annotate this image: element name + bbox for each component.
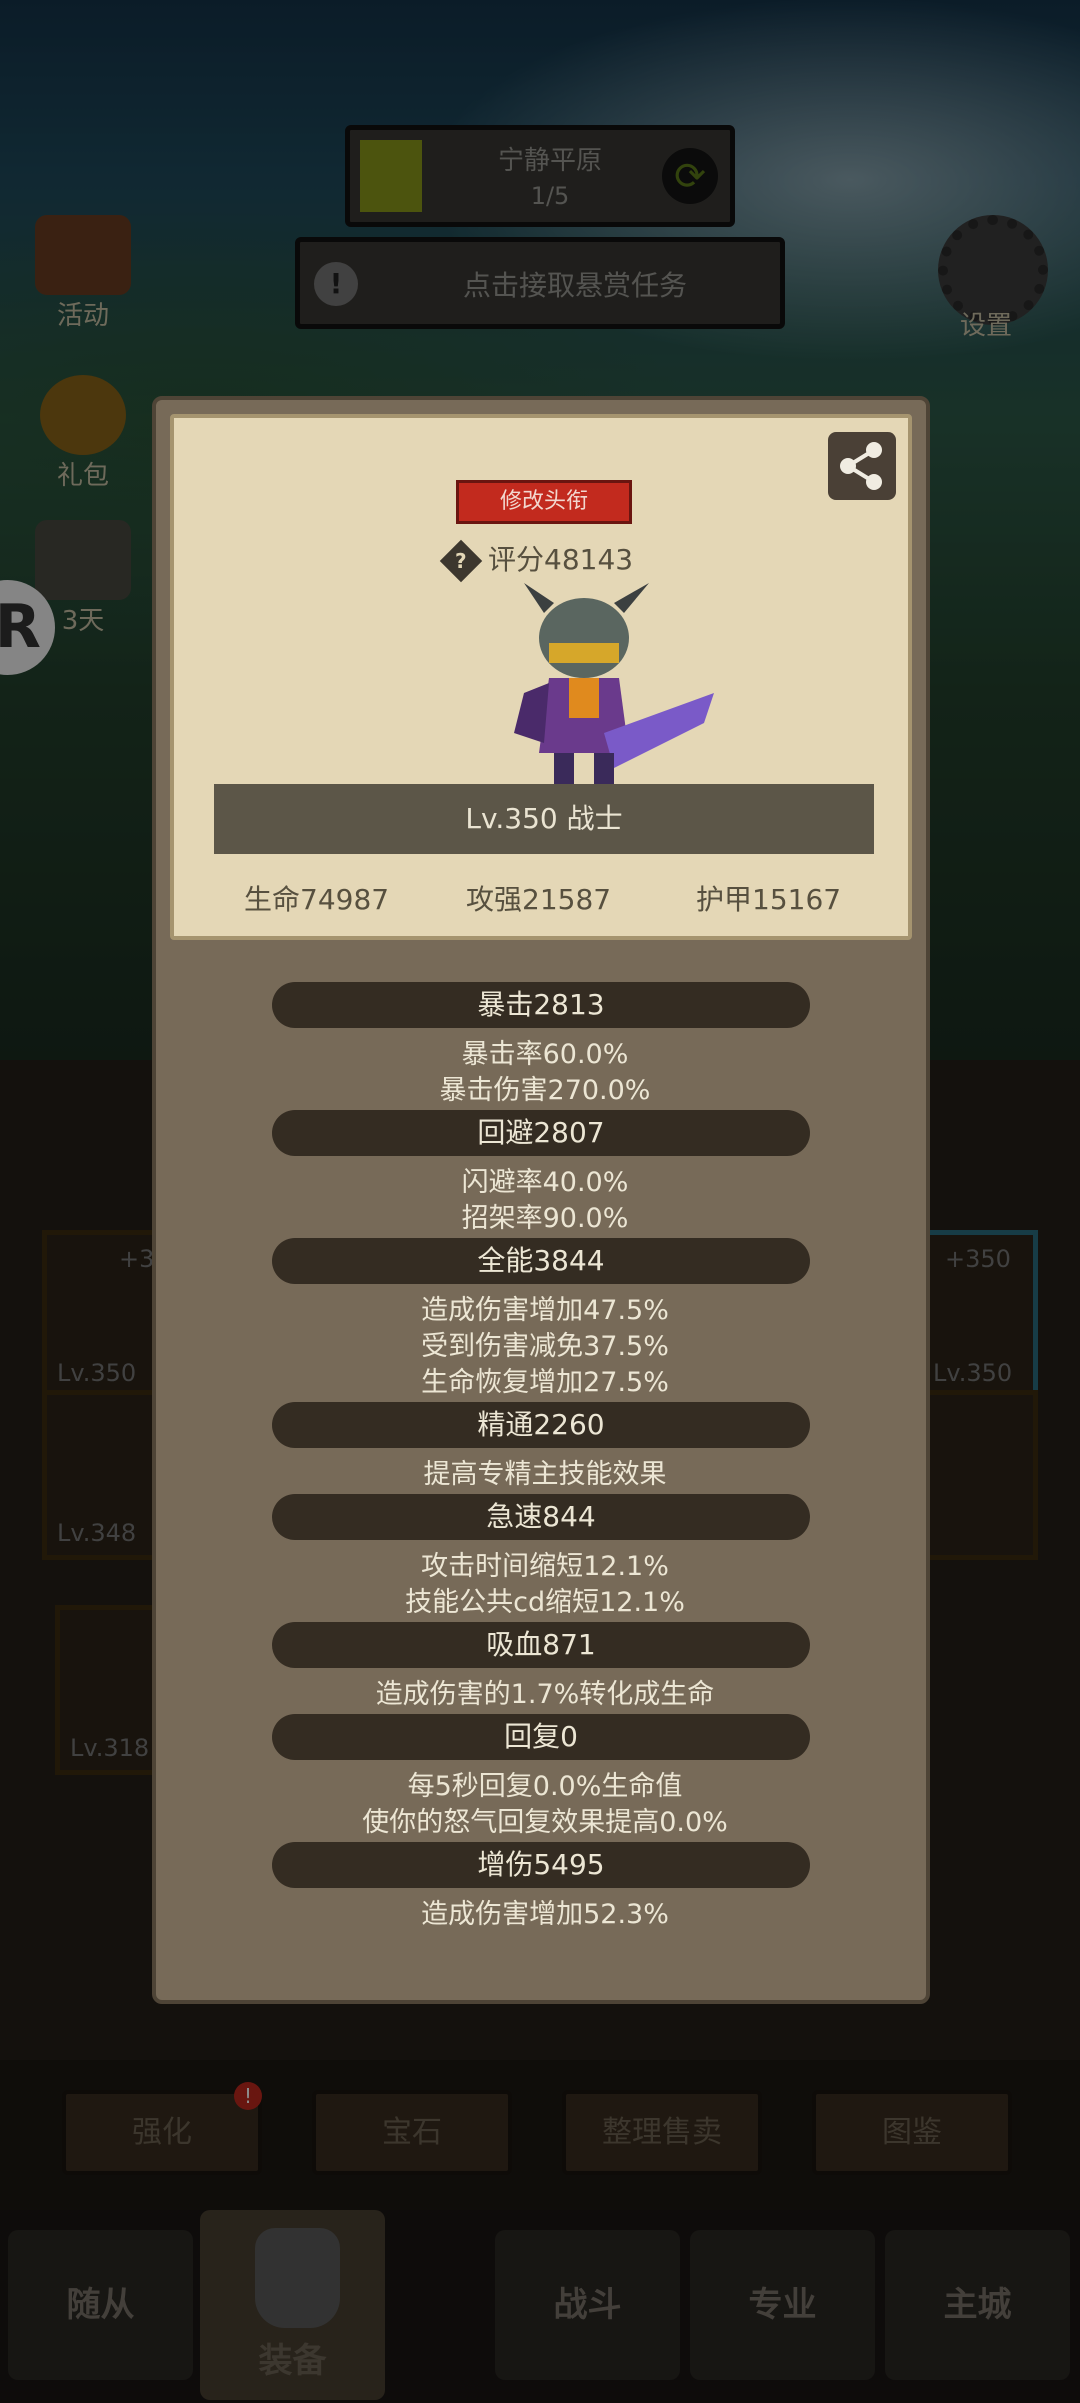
stat-line: 提高专精主技能效果 xyxy=(423,1459,667,1490)
level-class-banner: Lv.350 战士 xyxy=(214,784,874,854)
hp-stat: 生命74987 xyxy=(244,883,390,916)
attack-stat: 攻强21587 xyxy=(466,883,612,916)
stat-header-damage-bonus: 增伤5495 xyxy=(272,1842,810,1888)
stat-header-mastery: 精通2260 xyxy=(272,1402,810,1448)
stat-line: 闪避率40.0% xyxy=(461,1167,629,1198)
score-value: 评分48143 xyxy=(488,543,634,576)
stat-header-crit: 暴击2813 xyxy=(272,982,810,1028)
score: ? 评分48143 xyxy=(439,538,696,583)
stat-header-versatility: 全能3844 xyxy=(272,1238,810,1284)
stat-line: 暴击伤害270.0% xyxy=(439,1075,651,1106)
stat-line: 暴击率60.0% xyxy=(461,1039,629,1070)
stat-line: 造成伤害的1.7%转化成生命 xyxy=(375,1679,715,1710)
stat-line: 每5秒回复0.0%生命值 xyxy=(407,1771,683,1802)
stat-line: 生命恢复增加27.5% xyxy=(421,1367,669,1398)
stat-line: 造成伤害增加52.3% xyxy=(421,1899,669,1930)
stat-line: 受到伤害减免37.5% xyxy=(421,1331,669,1362)
stat-line: 使你的怒气回复效果提高0.0% xyxy=(362,1807,728,1838)
stat-line: 技能公共cd缩短12.1% xyxy=(405,1587,685,1618)
character-card: 修改头衔 ? 评分48143 Lv.350 战士 生命74987 攻强21587 … xyxy=(170,414,912,940)
stat-line: 招架率90.0% xyxy=(461,1203,629,1234)
change-title-button[interactable]: 修改头衔 xyxy=(456,480,632,524)
stat-line: 造成伤害增加47.5% xyxy=(421,1295,669,1326)
share-icon[interactable] xyxy=(828,432,896,500)
stat-header-haste: 急速844 xyxy=(272,1494,810,1540)
armor-stat: 护甲15167 xyxy=(696,883,842,916)
stat-header-regen: 回复0 xyxy=(272,1714,810,1760)
warrior-character-image xyxy=(514,583,714,793)
stat-line: 攻击时间缩短12.1% xyxy=(421,1551,669,1582)
stat-header-lifesteal: 吸血871 xyxy=(272,1622,810,1668)
stat-header-avoid: 回避2807 xyxy=(272,1110,810,1156)
help-icon[interactable]: ? xyxy=(439,539,483,583)
character-stats-popup: 修改头衔 ? 评分48143 Lv.350 战士 生命74987 攻强21587 … xyxy=(152,396,930,2004)
